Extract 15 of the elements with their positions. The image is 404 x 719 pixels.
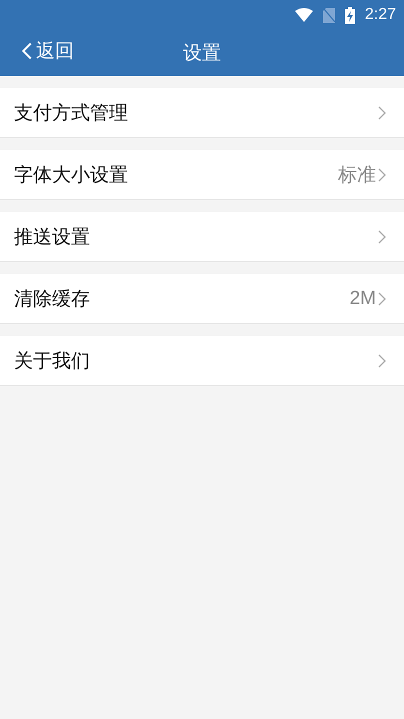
row-label: 推送设置	[14, 224, 91, 250]
row-label: 字体大小设置	[14, 162, 129, 188]
settings-row[interactable]: 关于我们	[0, 336, 404, 386]
row-value: 2M	[350, 288, 376, 310]
row-label: 支付方式管理	[14, 100, 129, 126]
page-title: 设置	[183, 41, 221, 66]
settings-row[interactable]: 清除缓存 2M	[0, 274, 404, 324]
settings-row[interactable]: 推送设置	[0, 212, 404, 262]
status-time: 2:27	[364, 6, 396, 24]
back-button[interactable]: 返回	[22, 38, 74, 64]
settings-row[interactable]: 字体大小设置 标准	[0, 150, 404, 200]
settings-row[interactable]: 支付方式管理	[0, 88, 404, 138]
row-value: 标准	[338, 164, 376, 188]
row-label: 关于我们	[14, 348, 91, 374]
row-label: 清除缓存	[14, 286, 91, 312]
